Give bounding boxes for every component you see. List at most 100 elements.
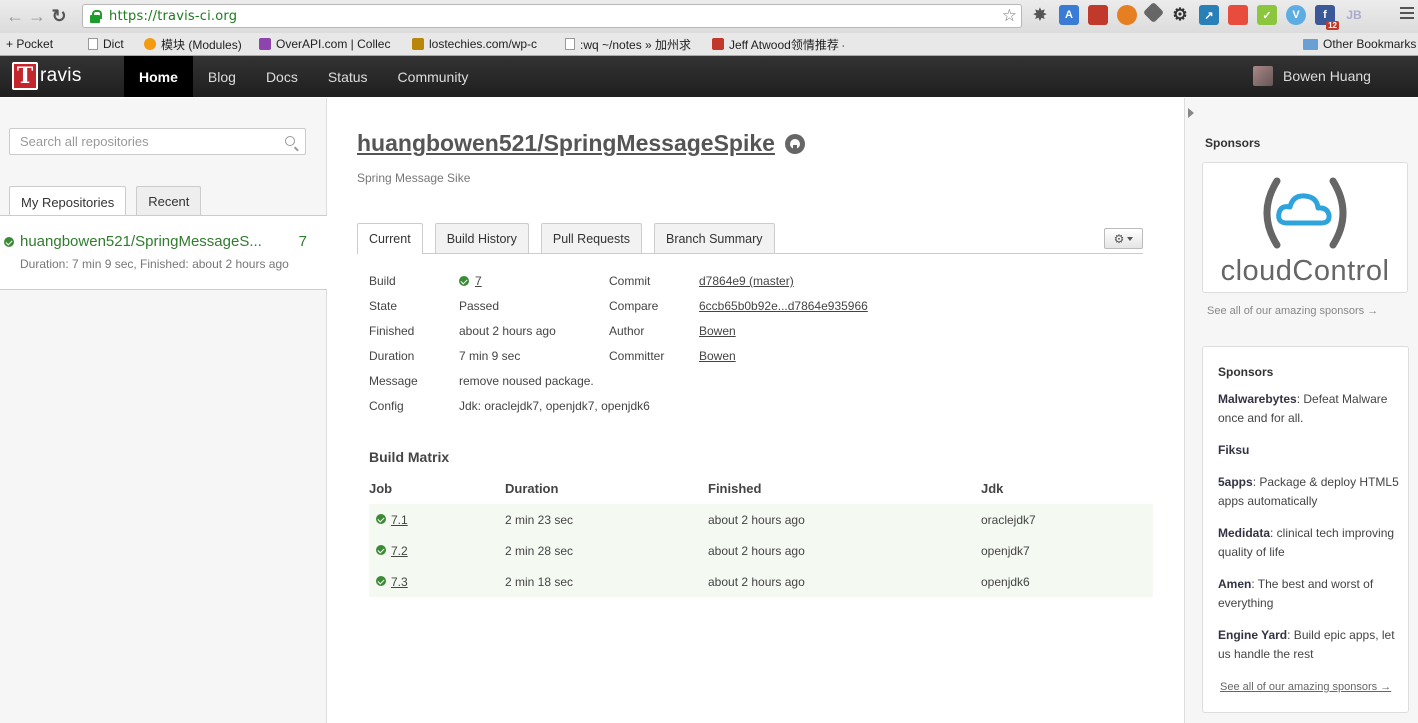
search-placeholder: Search all repositories [20, 134, 149, 149]
nav-status[interactable]: Status [313, 56, 383, 97]
travis-logo[interactable]: T ravis [12, 62, 82, 90]
search-icon [285, 136, 295, 146]
book-icon[interactable] [1088, 5, 1108, 25]
weibo-icon[interactable] [1228, 5, 1248, 25]
repo-build-number[interactable]: 7 [299, 233, 307, 250]
sponsor-entry[interactable]: 5apps: Package & deploy HTML5 apps autom… [1218, 473, 1400, 511]
site-header: T ravis Home Blog Docs Status Community … [0, 56, 1418, 97]
bookmarks-bar: + Pocket Dict 模块 (Modules) OverAPI.com |… [0, 33, 1418, 56]
table-row[interactable]: 7.2 2 min 28 sec about 2 hours ago openj… [369, 535, 1153, 566]
bookmark-lostechies[interactable]: lostechies.com/wp-c [412, 37, 545, 51]
sponsor-entry[interactable]: Fiksu [1218, 441, 1400, 460]
author-link[interactable]: Bowen [699, 324, 736, 338]
forward-button[interactable]: → [26, 6, 48, 28]
menu-icon[interactable] [1400, 7, 1414, 21]
nav-home[interactable]: Home [124, 56, 193, 97]
compare-link[interactable]: 6ccb65b0b92e...d7864e935966 [699, 299, 868, 313]
bookmark-dict[interactable]: Dict [88, 37, 124, 51]
commit-link[interactable]: d7864e9 (master) [699, 274, 794, 288]
sponsors-sidebar: Sponsors cloudControl See all of our ama… [1184, 98, 1418, 723]
repo-name[interactable]: huangbowen521/SpringMessageS... [20, 233, 262, 250]
table-row[interactable]: 7.1 2 min 23 sec about 2 hours ago oracl… [369, 504, 1153, 535]
sponsor-entry[interactable]: Medidata: clinical tech improving qualit… [1218, 524, 1400, 562]
passed-icon [376, 576, 386, 586]
jb-icon[interactable]: JB [1344, 5, 1364, 25]
chevron-down-icon [1127, 236, 1134, 241]
job-link[interactable]: 7.3 [391, 575, 408, 589]
bookmark-star-icon[interactable]: ☆ [1002, 6, 1017, 26]
user-name: Bowen Huang [1283, 68, 1371, 84]
reload-button[interactable]: ↻ [48, 6, 70, 28]
nav-blog[interactable]: Blog [193, 56, 251, 97]
user-menu[interactable]: Bowen Huang [1253, 66, 1371, 86]
job-link[interactable]: 7.2 [391, 544, 408, 558]
diamond-icon[interactable] [1142, 1, 1165, 24]
message-value: remove noused package. [459, 374, 594, 388]
see-all-sponsors-footer-link[interactable]: See all of our amazing sponsors → [1220, 681, 1391, 693]
sponsor-entry[interactable]: Engine Yard: Build epic apps, let us han… [1218, 626, 1400, 664]
job-jdk: oraclejdk7 [981, 513, 1036, 527]
gear-icon[interactable]: ⚙ [1170, 5, 1190, 25]
tab-pull-requests[interactable]: Pull Requests [540, 223, 642, 253]
folder-icon [1303, 38, 1318, 50]
job-finished: about 2 hours ago [708, 575, 805, 589]
repo-item[interactable]: huangbowen521/SpringMessageS... 7 Durati… [0, 216, 328, 290]
passed-icon [376, 514, 386, 524]
build-number-link[interactable]: 7 [475, 274, 482, 288]
settings-dropdown-button[interactable]: ⚙ [1104, 228, 1143, 249]
overapi-icon [259, 38, 271, 50]
v-icon[interactable]: V [1286, 5, 1306, 25]
bug-icon[interactable]: ✸ [1030, 5, 1050, 25]
featured-sponsor[interactable]: cloudControl [1202, 162, 1408, 293]
coding-horror-icon [712, 38, 724, 50]
tab-branch-summary[interactable]: Branch Summary [653, 223, 775, 253]
globe-icon[interactable] [1117, 5, 1137, 25]
sponsor-entry[interactable]: Amen: The best and worst of everything [1218, 575, 1400, 613]
notification-badge: 12 [1326, 21, 1339, 30]
back-button[interactable]: ← [4, 6, 26, 28]
browser-toolbar: ← → ↻ https://travis-ci.org ☆ ✸ A ⚙ ↗ ✓ … [0, 0, 1418, 33]
duration-value: 7 min 9 sec [459, 349, 521, 363]
bookmark-overapi[interactable]: OverAPI.com | Collec [259, 37, 394, 51]
share-icon[interactable]: ↗ [1199, 5, 1219, 25]
translate-icon[interactable]: A [1059, 5, 1079, 25]
github-icon[interactable] [784, 133, 805, 154]
finished-value: about 2 hours ago [459, 324, 556, 338]
page-icon [88, 38, 98, 50]
sponsors-card: Sponsors Malwarebytes: Defeat Malware on… [1202, 346, 1409, 713]
tab-build-history[interactable]: Build History [434, 223, 529, 253]
bookmark-pocket[interactable]: + Pocket [6, 37, 53, 51]
tab-recent[interactable]: Recent [136, 186, 202, 216]
cloudcontrol-logo-icon [1263, 177, 1347, 249]
bookmark-notes[interactable]: :wq ~/notes » 加州求 [565, 36, 693, 53]
nav-docs[interactable]: Docs [251, 56, 313, 97]
job-link[interactable]: 7.1 [391, 513, 408, 527]
tab-current[interactable]: Current [357, 223, 423, 254]
column-finished: Finished [708, 481, 762, 496]
table-row[interactable]: 7.3 2 min 18 sec about 2 hours ago openj… [369, 566, 1153, 597]
see-all-sponsors-link[interactable]: See all of our amazing sponsors → [1207, 305, 1378, 317]
bookmark-modules[interactable]: 模块 (Modules) [144, 36, 242, 53]
job-finished: about 2 hours ago [708, 544, 805, 558]
tab-my-repositories[interactable]: My Repositories [9, 186, 127, 217]
bookmark-other[interactable]: Other Bookmarks [1303, 37, 1416, 51]
facebook-icon[interactable]: f 12 [1315, 5, 1339, 30]
column-jdk: Jdk [981, 481, 1004, 496]
search-input[interactable]: Search all repositories [9, 128, 306, 155]
bookmark-jeff-atwood[interactable]: Jeff Atwood领情推荐 - [712, 36, 844, 53]
avatar [1253, 66, 1273, 86]
committer-link[interactable]: Bowen [699, 349, 736, 363]
job-duration: 2 min 28 sec [505, 544, 574, 558]
job-duration: 2 min 23 sec [505, 513, 574, 527]
featured-sponsor-name: cloudControl [1220, 255, 1390, 287]
build-matrix-title: Build Matrix [369, 449, 450, 465]
address-bar[interactable]: https://travis-ci.org ☆ [82, 4, 1022, 28]
check-icon[interactable]: ✓ [1257, 5, 1277, 25]
repo-title[interactable]: huangbowen521/SpringMessageSpike [357, 130, 775, 157]
nav-community[interactable]: Community [383, 56, 484, 97]
collapse-arrow-icon[interactable] [1188, 108, 1194, 118]
sponsor-entry[interactable]: Malwarebytes: Defeat Malware once and fo… [1218, 390, 1400, 428]
job-jdk: openjdk7 [981, 544, 1030, 558]
job-jdk: openjdk6 [981, 575, 1030, 589]
job-duration: 2 min 18 sec [505, 575, 574, 589]
